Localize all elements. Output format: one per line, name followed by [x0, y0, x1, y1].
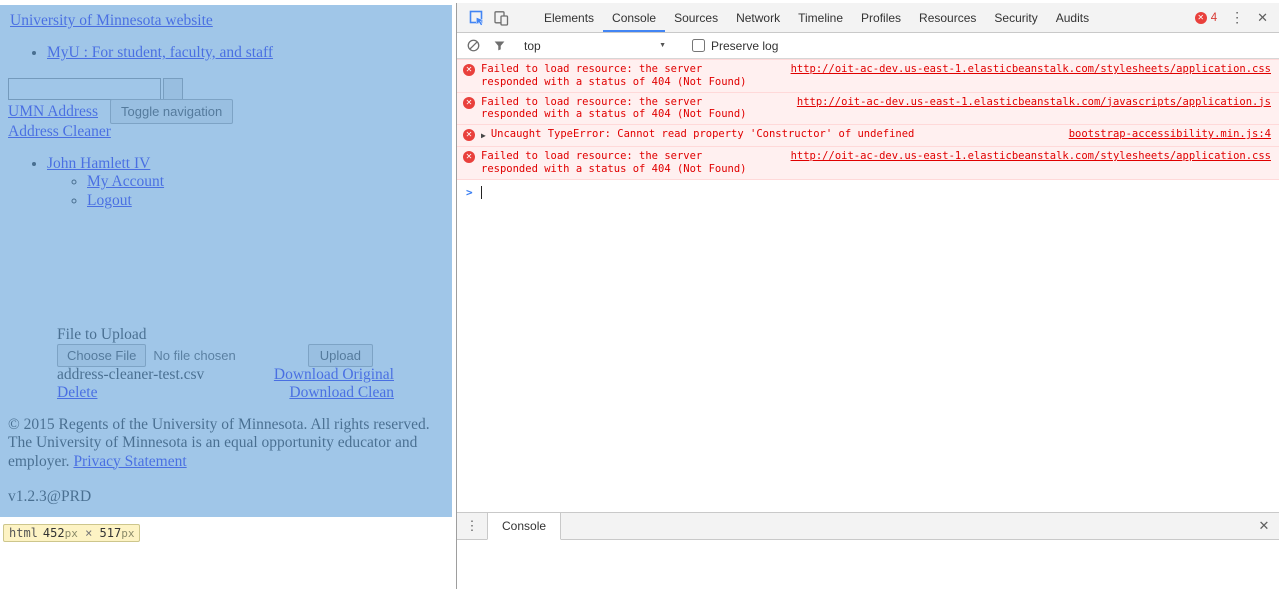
console-message-text: Failed to load resource: the server resp…	[481, 95, 747, 121]
preserve-log-checkbox[interactable]	[692, 39, 705, 52]
inspect-cursor-icon	[469, 10, 485, 26]
preserve-log-label: Preserve log	[711, 38, 779, 53]
clear-console-button[interactable]	[466, 38, 481, 53]
user-submenu: My Account Logout	[47, 173, 164, 210]
error-icon: ✕	[463, 96, 475, 109]
console-source-link[interactable]: http://oit-ac-dev.us-east-1.elasticbeans…	[779, 63, 1271, 76]
inspect-element-button[interactable]	[465, 3, 489, 32]
drawer-menu-icon[interactable]: ⋮	[457, 513, 487, 539]
console-source-link[interactable]: http://oit-ac-dev.us-east-1.elasticbeans…	[785, 96, 1271, 109]
page-footer: © 2015 Regents of the University of Minn…	[8, 416, 438, 471]
tab-profiles[interactable]: Profiles	[852, 3, 910, 32]
filter-funnel-icon	[494, 41, 505, 51]
error-count: 4	[1210, 11, 1218, 24]
devtools-close-icon[interactable]: ✕	[1257, 10, 1268, 26]
version-text: v1.2.3@PRD	[8, 488, 92, 505]
tab-console[interactable]: Console	[603, 3, 666, 32]
file-row: address-cleaner-test.csv Download Origin…	[57, 366, 394, 384]
umn-site-link[interactable]: University of Minnesota website	[10, 12, 213, 30]
tooltip-dimensions: 452px × 517px	[42, 526, 135, 540]
console-toolbar: top ▼ Preserve log	[457, 33, 1279, 59]
file-name-text: address-cleaner-test.csv	[57, 366, 205, 383]
drawer-close-icon[interactable]: ✕	[1249, 513, 1279, 539]
context-selected-value: top	[524, 38, 541, 53]
tab-audits[interactable]: Audits	[1047, 3, 1098, 32]
tab-sources[interactable]: Sources	[665, 3, 727, 32]
console-error-row: ✕ Failed to load resource: the server re…	[457, 146, 1279, 180]
download-clean-link[interactable]: Download Clean	[289, 384, 394, 402]
toolbar-right-controls: ✕ 4 ⋮ ✕	[1194, 3, 1279, 32]
user-name-link[interactable]: John Hamlett IV	[47, 155, 150, 172]
device-toolbar-button[interactable]	[489, 3, 513, 32]
tab-security[interactable]: Security	[985, 3, 1046, 32]
address-cleaner-link[interactable]: Address Cleaner	[8, 123, 111, 141]
chevron-down-icon: ▼	[659, 42, 666, 49]
console-source-link[interactable]: bootstrap-accessibility.min.js:4	[1057, 128, 1271, 141]
devtools-tabs: Elements Console Sources Network Timelin…	[535, 3, 1098, 32]
error-icon: ✕	[463, 150, 475, 163]
devtools-main-toolbar: Elements Console Sources Network Timelin…	[457, 3, 1279, 33]
no-file-chosen-text: No file chosen	[153, 348, 236, 363]
console-source-link[interactable]: http://oit-ac-dev.us-east-1.elasticbeans…	[779, 150, 1271, 163]
drawer-body	[457, 540, 1279, 589]
error-icon: ✕	[463, 64, 475, 76]
my-account-link[interactable]: My Account	[87, 173, 164, 190]
console-prompt[interactable]: >	[457, 180, 1279, 205]
logout-link[interactable]: Logout	[87, 192, 132, 209]
prompt-chevron-icon: >	[466, 185, 473, 199]
myu-list: MyU : For student, faculty, and staff	[8, 44, 273, 62]
delete-link[interactable]: Delete	[57, 384, 97, 402]
devtools-panel: Elements Console Sources Network Timelin…	[456, 3, 1279, 589]
console-error-row: ✕ Failed to load resource: the server re…	[457, 92, 1279, 126]
upload-button[interactable]: Upload	[307, 344, 373, 367]
expand-arrow-icon[interactable]: ▶	[481, 130, 486, 143]
tab-network[interactable]: Network	[727, 3, 789, 32]
upload-row: Choose File No file chosen Upload	[57, 344, 373, 367]
user-menu-list: John Hamlett IV My Account Logout	[8, 155, 164, 210]
drawer-header: ⋮ Console ✕	[457, 513, 1279, 540]
device-toolbar-icon	[494, 10, 509, 26]
file-to-upload-label: File to Upload	[57, 326, 147, 343]
execution-context-select[interactable]: top ▼	[520, 37, 670, 55]
console-error-row: ✕ Failed to load resource: the server re…	[457, 59, 1279, 93]
list-item: My Account	[87, 173, 164, 191]
text-cursor	[480, 185, 482, 199]
tab-timeline[interactable]: Timeline	[789, 3, 852, 32]
list-item: MyU : For student, faculty, and staff	[47, 44, 273, 62]
console-message-text: Failed to load resource: the server resp…	[481, 63, 747, 88]
error-icon: ✕	[463, 129, 475, 142]
download-original-link[interactable]: Download Original	[274, 366, 394, 384]
toggle-navigation-button[interactable]: Toggle navigation	[110, 99, 234, 124]
list-item: John Hamlett IV My Account Logout	[47, 155, 164, 210]
myu-link[interactable]: MyU : For student, faculty, and staff	[47, 44, 273, 61]
console-message-text: Failed to load resource: the server resp…	[481, 149, 747, 175]
console-error-row: ✕ ▶ Uncaught TypeError: Cannot read prop…	[457, 125, 1279, 147]
browser-page: University of Minnesota website MyU : Fo…	[0, 0, 456, 589]
copyright-text: © 2015 Regents of the University of Minn…	[8, 416, 430, 470]
tab-elements[interactable]: Elements	[535, 3, 603, 32]
search-input[interactable]	[8, 78, 161, 100]
console-messages-area: ✕ Failed to load resource: the server re…	[457, 59, 1279, 512]
tab-resources[interactable]: Resources	[910, 3, 985, 32]
choose-file-button[interactable]: Choose File	[57, 344, 147, 367]
drawer-tab-console[interactable]: Console	[487, 513, 562, 540]
umn-address-link[interactable]: UMN Address	[8, 103, 98, 121]
privacy-statement-link[interactable]: Privacy Statement	[73, 453, 186, 470]
list-item: Logout	[87, 192, 164, 210]
overflow-menu-icon[interactable]: ⋮	[1230, 9, 1244, 26]
inspect-size-tooltip: html 452px × 517px	[3, 524, 141, 542]
file-action-row: Delete Download Clean	[57, 384, 394, 402]
error-icon: ✕	[1194, 11, 1207, 24]
devtools-drawer: ⋮ Console ✕	[457, 512, 1279, 589]
search-submit-button[interactable]	[163, 78, 183, 100]
console-message-text: Uncaught TypeError: Cannot read property…	[490, 128, 915, 141]
clear-console-icon	[467, 39, 480, 52]
tooltip-tag: html	[9, 526, 38, 540]
error-count-badge[interactable]: ✕ 4	[1194, 11, 1218, 24]
filter-button[interactable]	[493, 39, 506, 52]
